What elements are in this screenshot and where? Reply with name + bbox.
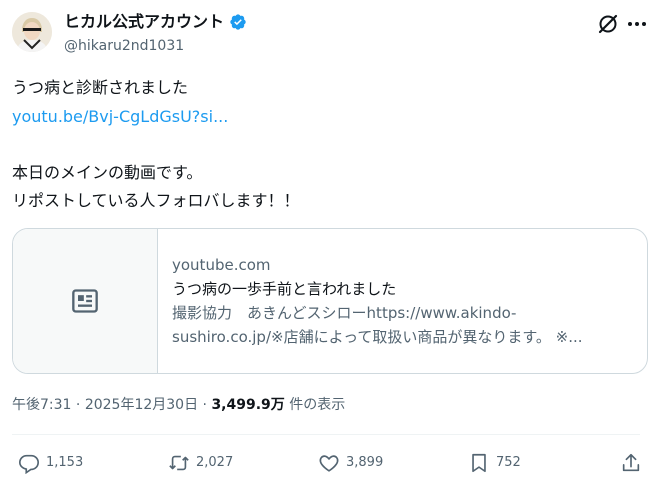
- link-preview-card[interactable]: youtube.com うつ病の一歩手前と言われました 撮影協力 あきんどスシロ…: [12, 228, 648, 374]
- article-placeholder-icon: [72, 289, 98, 313]
- card-description-line-1: 撮影協力 あきんどスシローhttps://www.akindo-: [172, 304, 517, 322]
- post-text-line-3: 本日のメインの動画です。: [12, 163, 203, 182]
- avatar-image: [12, 12, 52, 52]
- repost-icon: [169, 455, 189, 471]
- bookmark-button[interactable]: 752: [468, 452, 521, 474]
- reply-button[interactable]: 1,153: [18, 452, 83, 474]
- card-thumbnail: [13, 229, 158, 373]
- post-text-line-4: リポストしている人フォロバします！！: [12, 191, 300, 210]
- repost-count: 2,027: [196, 455, 234, 470]
- author-display-name[interactable]: ヒカル公式アカウント: [64, 12, 224, 32]
- post-time[interactable]: 午後7:31: [12, 397, 71, 413]
- card-text: youtube.com うつ病の一歩手前と言われました 撮影協力 あきんどスシロ…: [172, 253, 632, 349]
- author-name-row: ヒカル公式アカウント: [64, 12, 247, 32]
- post-text-line-1: うつ病と診断されました: [12, 78, 189, 97]
- bookmark-icon: [472, 453, 486, 473]
- verified-badge-icon[interactable]: [229, 13, 247, 31]
- meta-separator: ·: [198, 397, 212, 413]
- divider: [12, 434, 640, 435]
- repost-button[interactable]: 2,027: [168, 452, 233, 474]
- share-button[interactable]: [620, 452, 642, 474]
- like-count: 3,899: [346, 455, 384, 470]
- view-count-suffix: 件の表示: [284, 397, 346, 413]
- reply-icon: [19, 454, 39, 474]
- card-domain: youtube.com: [172, 256, 271, 274]
- grok-icon[interactable]: [596, 12, 620, 36]
- meta-separator: ·: [71, 397, 85, 413]
- bookmark-count: 752: [496, 455, 521, 470]
- post-meta: 午後7:31 · 2025年12月30日 · 3,499.9万 件の表示: [12, 395, 345, 415]
- card-description-line-2: sushiro.co.jp/※店舗によって取扱い商品が異なります。 ※...: [172, 328, 583, 346]
- heart-icon: [319, 455, 339, 472]
- like-button[interactable]: 3,899: [318, 452, 383, 474]
- share-icon: [622, 453, 640, 472]
- view-count: 3,499.9万: [211, 397, 285, 413]
- post-youtube-link[interactable]: youtu.be/Bvj-CgLdGsU?si...: [12, 107, 228, 127]
- more-options-icon[interactable]: [626, 12, 648, 36]
- post-date[interactable]: 2025年12月30日: [85, 397, 198, 413]
- card-title: うつ病の一歩手前と言われました: [172, 280, 397, 298]
- author-avatar[interactable]: [12, 12, 52, 52]
- reply-count: 1,153: [46, 455, 84, 470]
- author-handle[interactable]: @hikaru2nd1031: [64, 37, 184, 55]
